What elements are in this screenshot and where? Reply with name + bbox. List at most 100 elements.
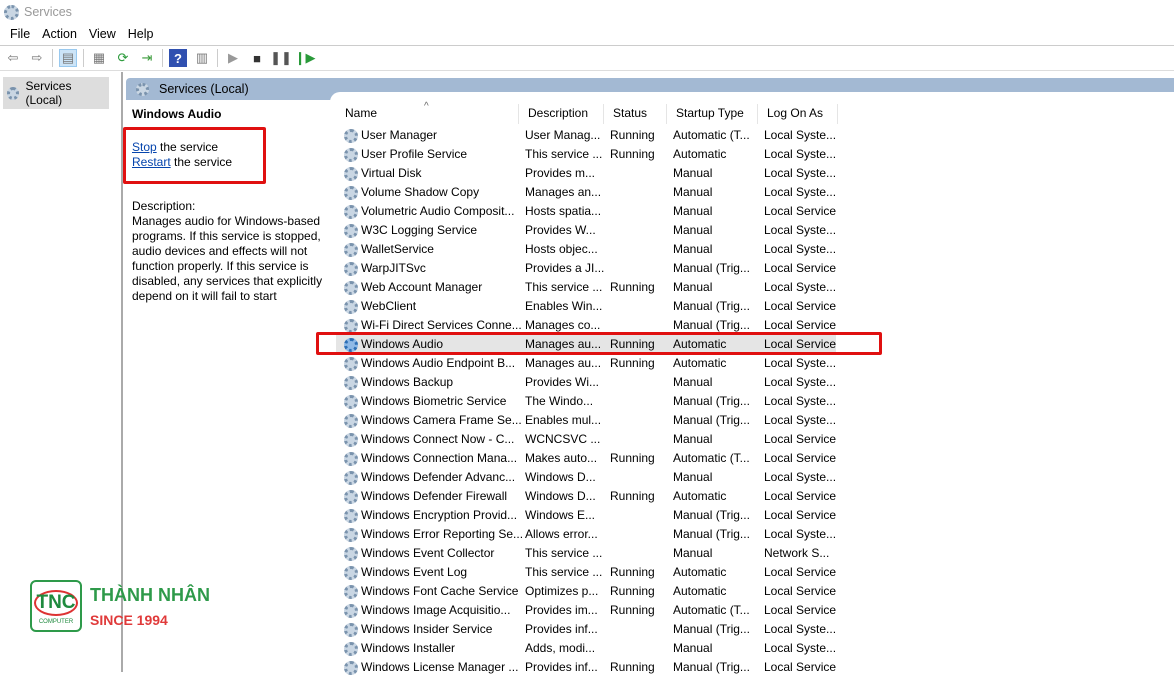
column-header-log-on-as[interactable]: Log On As bbox=[758, 104, 838, 124]
forward-icon[interactable]: ⇨ bbox=[28, 49, 46, 67]
table-row[interactable]: User ManagerUser Manag...RunningAutomati… bbox=[336, 126, 836, 145]
service-name: Volumetric Audio Composit... bbox=[361, 202, 514, 221]
menu-view[interactable]: View bbox=[89, 27, 116, 41]
service-startup-type: Automatic bbox=[673, 354, 726, 373]
divider bbox=[217, 49, 218, 67]
service-name: User Manager bbox=[361, 126, 437, 145]
services-icon bbox=[7, 87, 19, 100]
service-log-on-as: Local Service bbox=[764, 601, 836, 620]
description-label: Description: bbox=[132, 199, 324, 214]
service-description: Windows E... bbox=[525, 506, 595, 525]
table-row[interactable]: Windows Biometric ServiceThe Windo...Man… bbox=[336, 392, 836, 411]
table-row[interactable]: Windows Event LogThis service ...Running… bbox=[336, 563, 836, 582]
properties-icon[interactable]: ▦ bbox=[90, 49, 108, 67]
services-app-icon bbox=[4, 5, 19, 20]
back-icon[interactable]: ⇦ bbox=[4, 49, 22, 67]
table-row[interactable]: WarpJITSvcProvides a JI...Manual (Trig..… bbox=[336, 259, 836, 278]
service-startup-type: Manual bbox=[673, 183, 712, 202]
table-row[interactable]: Windows BackupProvides Wi...ManualLocal … bbox=[336, 373, 836, 392]
start-service-icon[interactable]: ▶ bbox=[224, 49, 242, 67]
service-description: Makes auto... bbox=[525, 449, 597, 468]
service-description: Hosts objec... bbox=[525, 240, 598, 259]
service-startup-type: Manual (Trig... bbox=[673, 297, 750, 316]
description-text: Manages audio for Windows-based programs… bbox=[132, 214, 324, 304]
service-startup-type: Manual bbox=[673, 278, 712, 297]
column-header-startup-type[interactable]: Startup Type bbox=[667, 104, 758, 124]
service-gear-icon bbox=[344, 547, 358, 561]
menu-action[interactable]: Action bbox=[42, 27, 77, 41]
table-row[interactable]: WalletServiceHosts objec...ManualLocal S… bbox=[336, 240, 836, 259]
service-status: Running bbox=[610, 487, 655, 506]
service-log-on-as: Local Syste... bbox=[764, 183, 836, 202]
table-row[interactable]: Windows Defender FirewallWindows D...Run… bbox=[336, 487, 836, 506]
service-log-on-as: Network S... bbox=[764, 544, 829, 563]
service-description: Windows D... bbox=[525, 468, 596, 487]
menu-file[interactable]: File bbox=[10, 27, 30, 41]
table-row[interactable]: Windows Event CollectorThis service ...M… bbox=[336, 544, 836, 563]
export-list-icon[interactable]: ⇥ bbox=[138, 49, 156, 67]
refresh-icon[interactable]: ⟳ bbox=[114, 49, 132, 67]
service-log-on-as: Local Syste... bbox=[764, 639, 836, 658]
column-header-status[interactable]: Status bbox=[604, 104, 667, 124]
show-hide-console-tree-icon[interactable]: ▤ bbox=[59, 49, 77, 67]
service-name: Windows Defender Advanc... bbox=[361, 468, 515, 487]
service-description: Manages an... bbox=[525, 183, 601, 202]
service-description: WCNCSVC ... bbox=[525, 430, 600, 449]
table-row[interactable]: Windows Encryption Provid...Windows E...… bbox=[336, 506, 836, 525]
service-startup-type: Manual (Trig... bbox=[673, 658, 750, 677]
service-startup-type: Manual (Trig... bbox=[673, 506, 750, 525]
service-description: Provides W... bbox=[525, 221, 596, 240]
column-header-name[interactable]: Name^ bbox=[336, 104, 519, 124]
help-icon[interactable]: ? bbox=[169, 49, 187, 67]
service-description: Provides im... bbox=[525, 601, 598, 620]
divider bbox=[83, 49, 84, 67]
column-header-description[interactable]: Description bbox=[519, 104, 604, 124]
service-gear-icon bbox=[344, 281, 358, 295]
table-row[interactable]: Windows Insider ServiceProvides inf...Ma… bbox=[336, 620, 836, 639]
stop-service-icon[interactable]: ■ bbox=[248, 49, 266, 67]
table-row[interactable]: Windows Font Cache Service Optimizes p...… bbox=[336, 582, 836, 601]
table-row[interactable]: Windows Error Reporting Se...Allows erro… bbox=[336, 525, 836, 544]
table-row[interactable]: Web Account ManagerThis service ...Runni… bbox=[336, 278, 836, 297]
service-status: Running bbox=[610, 449, 655, 468]
service-startup-type: Manual bbox=[673, 221, 712, 240]
table-row[interactable]: Volume Shadow Copy Manages an... Manual Loc… bbox=[336, 183, 836, 202]
service-startup-type: Manual (Trig... bbox=[673, 620, 750, 639]
resume-service-icon[interactable]: ❙▶ bbox=[296, 49, 314, 67]
table-row[interactable]: Windows License Manager ...Provides inf.… bbox=[336, 658, 836, 677]
show-hide-action-pane-icon[interactable]: ▥ bbox=[193, 49, 211, 67]
service-description: The Windo... bbox=[525, 392, 593, 411]
service-gear-icon bbox=[344, 167, 358, 181]
table-row[interactable]: Windows InstallerAdds, modi...ManualLoca… bbox=[336, 639, 836, 658]
service-description: Optimizes p... bbox=[525, 582, 598, 601]
table-row[interactable]: Windows Connection Mana...Makes auto...R… bbox=[336, 449, 836, 468]
menu-help[interactable]: Help bbox=[128, 27, 154, 41]
table-row[interactable]: WebClientEnables Win...Manual (Trig...Lo… bbox=[336, 297, 836, 316]
table-row[interactable]: Volumetric Audio Composit...Hosts spatia… bbox=[336, 202, 836, 221]
table-row[interactable]: W3C Logging ServiceProvides W...ManualLo… bbox=[336, 221, 836, 240]
service-name: WebClient bbox=[361, 297, 416, 316]
divider bbox=[52, 49, 53, 67]
service-name: Windows Font Cache Service bbox=[361, 582, 518, 601]
service-log-on-as: Local Service bbox=[764, 449, 836, 468]
table-row[interactable]: Virtual DiskProvides m...ManualLocal Sys… bbox=[336, 164, 836, 183]
table-row[interactable]: Windows Camera Frame Se...Enables mul...… bbox=[336, 411, 836, 430]
selected-service-name: Windows Audio bbox=[132, 107, 324, 122]
service-startup-type: Automatic (T... bbox=[673, 601, 750, 620]
table-row[interactable]: Windows Image Acquisitio...Provides im..… bbox=[336, 601, 836, 620]
service-startup-type: Automatic bbox=[673, 487, 726, 506]
column-label: Name bbox=[345, 106, 377, 120]
table-row[interactable]: User Profile ServiceThis service ...Runn… bbox=[336, 145, 836, 164]
service-name: Volume Shadow Copy bbox=[361, 183, 479, 202]
table-row[interactable]: Windows Defender Advanc...Windows D...Ma… bbox=[336, 468, 836, 487]
service-log-on-as: Local Service bbox=[764, 297, 836, 316]
service-description: User Manag... bbox=[525, 126, 600, 145]
pause-service-icon[interactable]: ❚❚ bbox=[272, 49, 290, 67]
table-row[interactable]: Windows Connect Now - C...WCNCSVC ...Man… bbox=[336, 430, 836, 449]
brand-tagline: SINCE 1994 bbox=[90, 612, 168, 628]
service-name: Windows Audio Endpoint B... bbox=[361, 354, 515, 373]
service-startup-type: Manual bbox=[673, 639, 712, 658]
service-description: Windows D... bbox=[525, 487, 596, 506]
tree-node-services-local[interactable]: Services (Local) bbox=[3, 77, 109, 109]
table-row[interactable]: Windows Audio Endpoint B...Manages au...… bbox=[336, 354, 836, 373]
